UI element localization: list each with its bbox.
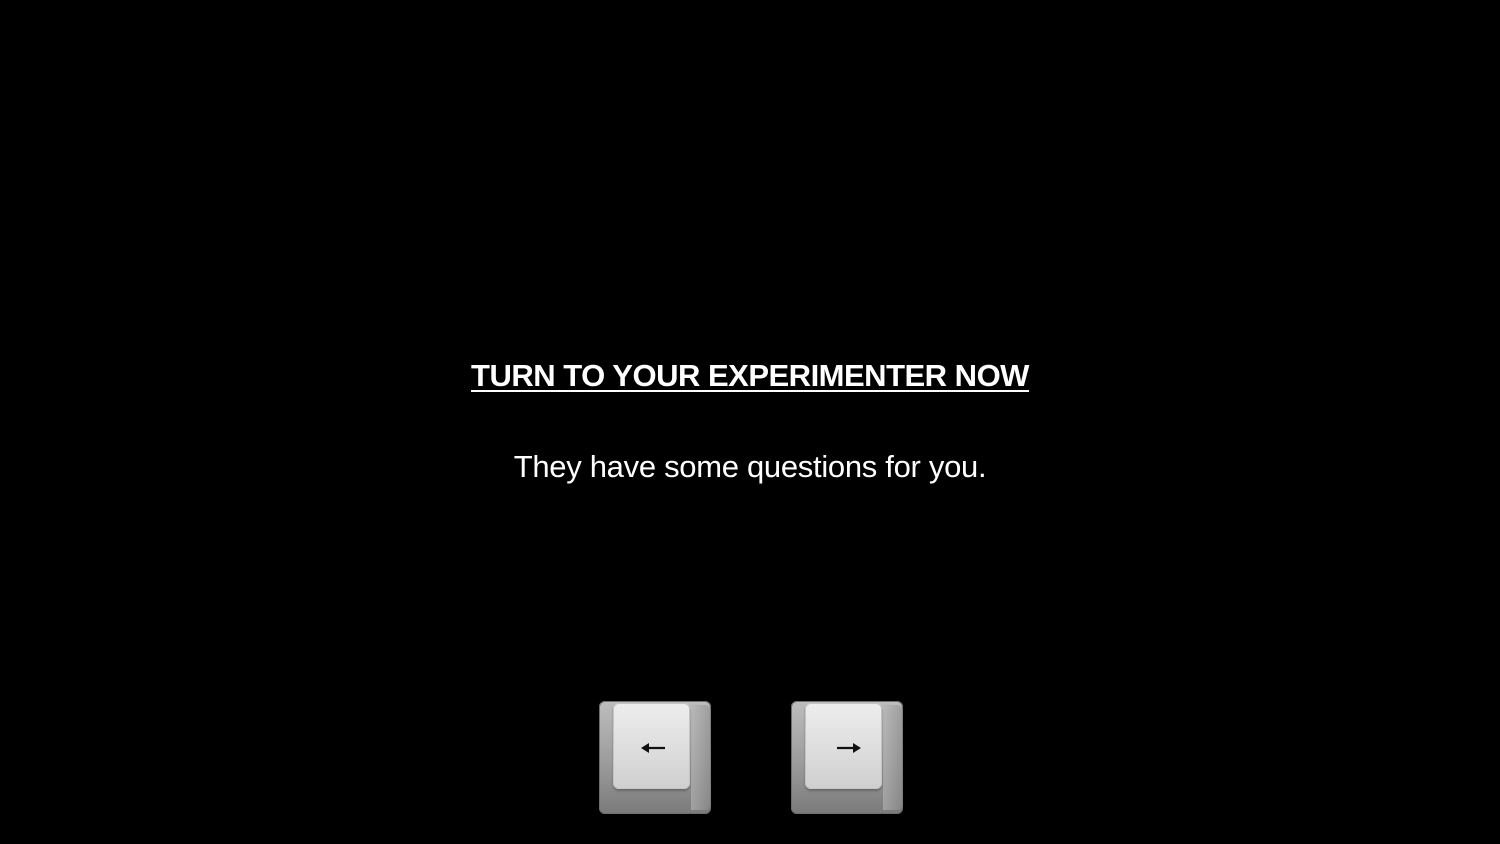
left-arrow-keycap[interactable] [613, 703, 690, 789]
left-arrow-icon [641, 743, 665, 753]
page-title: TURN TO YOUR EXPERIMENTER NOW [471, 358, 1029, 393]
instruction-screen: TURN TO YOUR EXPERIMENTER NOW They have … [0, 0, 1500, 844]
right-arrow-key[interactable] [791, 701, 903, 814]
right-arrow-keycap[interactable] [805, 703, 882, 789]
instruction-text: They have some questions for you. [513, 449, 987, 484]
left-arrow-key[interactable] [599, 701, 711, 814]
right-arrow-icon [837, 743, 861, 753]
